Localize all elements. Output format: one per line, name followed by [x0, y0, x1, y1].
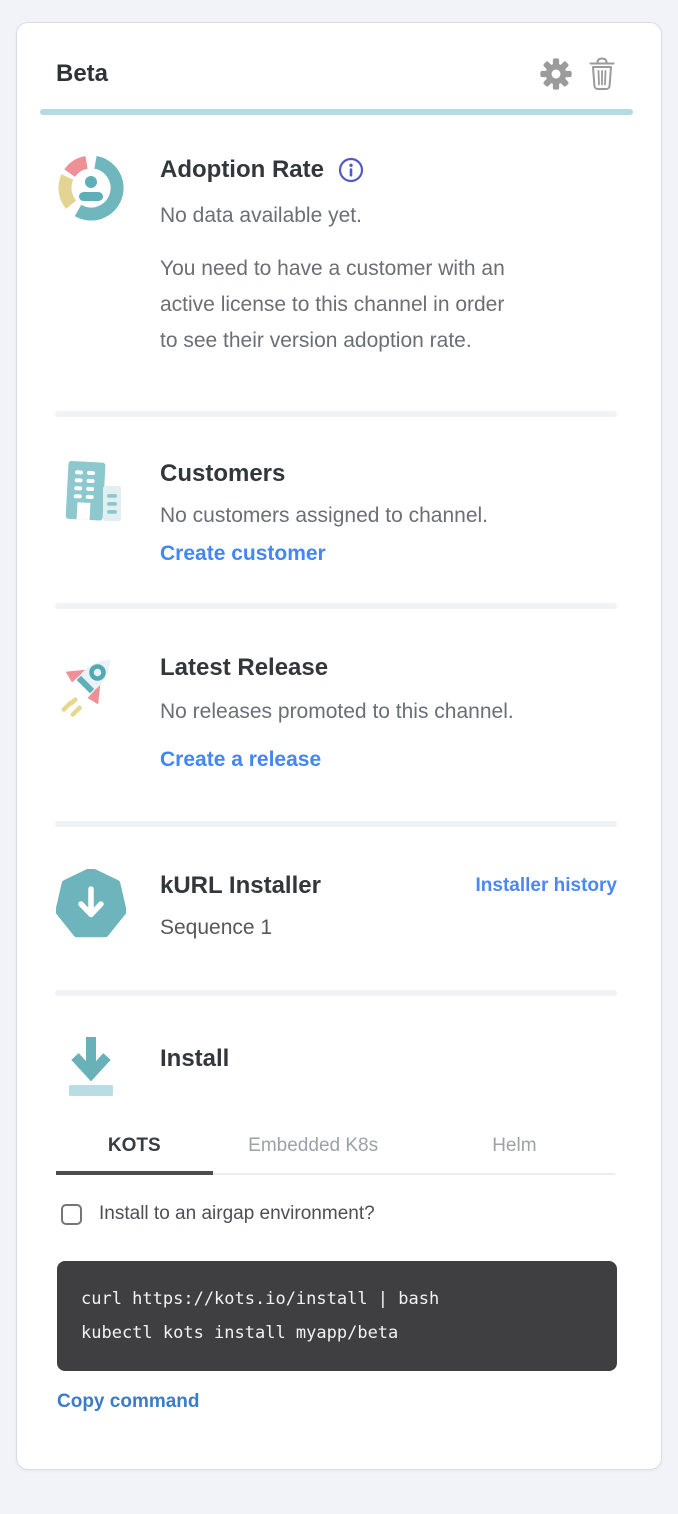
section-divider: [55, 411, 617, 417]
create-release-link[interactable]: Create a release: [160, 745, 321, 775]
customers-empty-message: No customers assigned to channel.: [160, 501, 617, 531]
install-command-block[interactable]: curl https://kots.io/install | bash kube…: [57, 1261, 617, 1371]
create-customer-link[interactable]: Create customer: [160, 539, 326, 569]
download-arrow-icon: [56, 1034, 126, 1109]
airgap-checkbox[interactable]: [61, 1204, 82, 1225]
tab-kots[interactable]: KOTS: [56, 1135, 213, 1173]
section-adoption-rate: Adoption Rate No data available yet. You…: [17, 153, 661, 359]
airgap-label: Install to an airgap environment?: [99, 1203, 375, 1225]
gear-icon[interactable]: [539, 57, 573, 91]
card-header: Beta: [17, 23, 661, 91]
copy-command-link[interactable]: Copy command: [57, 1391, 200, 1413]
kurl-heptagon-download-icon: [56, 869, 126, 944]
installer-heading: kURL Installer: [160, 869, 476, 903]
buildings-icon: [56, 457, 126, 569]
installer-history-link[interactable]: Installer history: [476, 875, 618, 897]
section-divider: [55, 603, 617, 609]
adoption-heading: Adoption Rate: [160, 153, 324, 187]
adoption-empty-message: No data available yet.: [160, 201, 617, 231]
section-install: Install: [17, 1034, 661, 1109]
adoption-description: You need to have a customer with an acti…: [160, 251, 617, 359]
release-empty-message: No releases promoted to this channel.: [160, 697, 617, 727]
channel-title: Beta: [56, 57, 108, 91]
command-line: kubectl kots install myapp/beta: [81, 1316, 593, 1350]
adoption-donut-user-icon: [56, 153, 126, 359]
installer-sequence: Sequence 1: [160, 913, 476, 943]
release-heading: Latest Release: [160, 651, 617, 685]
install-heading: Install: [160, 1042, 617, 1076]
header-actions: [539, 57, 617, 91]
trash-icon[interactable]: [587, 57, 617, 91]
install-tabs: KOTS Embedded K8s Helm: [56, 1135, 615, 1175]
tab-helm[interactable]: Helm: [414, 1135, 615, 1173]
info-icon[interactable]: [338, 157, 364, 183]
section-customers: Customers No customers assigned to chann…: [17, 457, 661, 569]
section-divider: [55, 990, 617, 996]
channel-card: Beta: [16, 22, 662, 1470]
customers-heading: Customers: [160, 457, 617, 491]
section-divider: [55, 821, 617, 827]
tab-embedded-k8s[interactable]: Embedded K8s: [213, 1135, 414, 1173]
command-line: curl https://kots.io/install | bash: [81, 1282, 593, 1316]
channel-accent-bar: [40, 109, 633, 115]
section-kurl-installer: kURL Installer Sequence 1 Installer hist…: [17, 869, 661, 944]
rocket-icon: [56, 651, 126, 775]
airgap-option: Install to an airgap environment?: [61, 1203, 617, 1225]
section-latest-release: Latest Release No releases promoted to t…: [17, 651, 661, 775]
